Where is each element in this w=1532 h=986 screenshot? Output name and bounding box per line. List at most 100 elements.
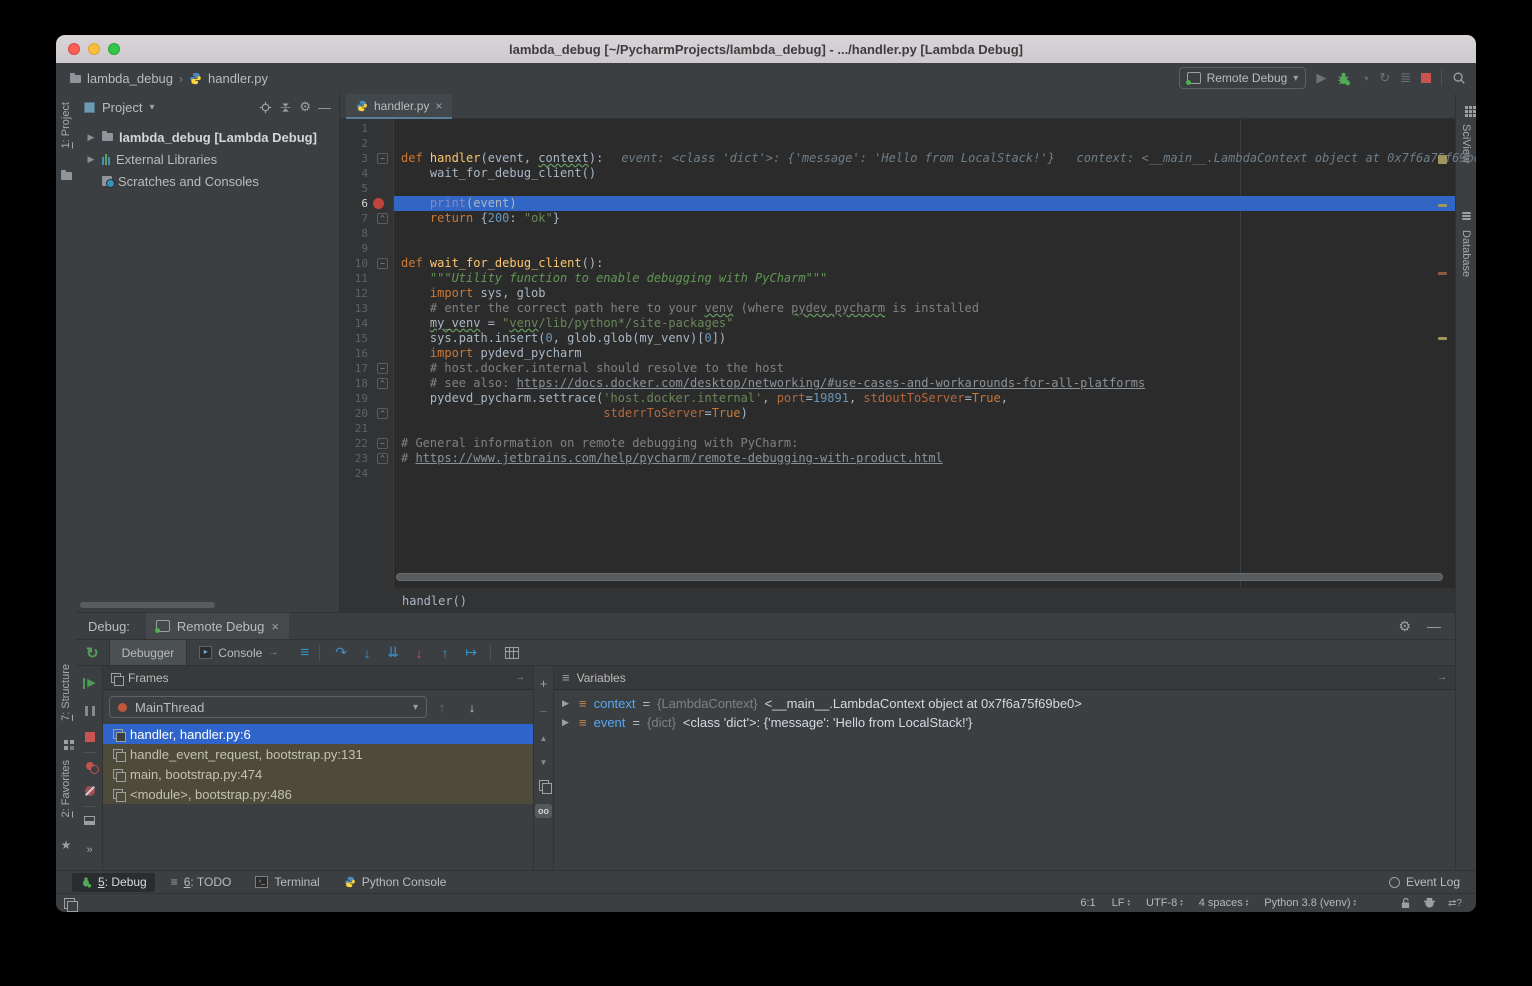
step-into-button[interactable]: ↓	[354, 645, 380, 661]
tree-item[interactable]: ▶External Libraries	[76, 148, 339, 170]
collapse-all-icon[interactable]	[279, 101, 292, 114]
toolwindow-button-terminal[interactable]: ›_Terminal	[247, 873, 327, 892]
code-text[interactable]: """Utility function to enable debugging …	[394, 271, 1455, 286]
gutter-line[interactable]: 12	[340, 286, 394, 301]
code-line-24[interactable]: 24	[340, 466, 1455, 481]
rerun-debug-icon[interactable]: ↻	[86, 644, 99, 662]
gutter-line[interactable]: 8	[340, 226, 394, 241]
chevron-down-icon[interactable]: ▾	[149, 102, 154, 113]
tab-handler-py[interactable]: handler.py ×	[346, 94, 452, 119]
gutter-line[interactable]: 15	[340, 331, 394, 346]
code-text[interactable]: sys.path.insert(0, glob.glob(my_venv)[0]…	[394, 331, 1455, 346]
sidebar-item-database[interactable]: Database	[1460, 230, 1472, 277]
duplicate-watch-button[interactable]	[539, 780, 549, 791]
line-number[interactable]: 5	[340, 181, 368, 196]
code-line-5[interactable]: 5	[340, 181, 1455, 196]
fold-open-icon[interactable]: −	[377, 153, 388, 164]
code-line-3[interactable]: 3−def handler(event, context):event: <cl…	[340, 151, 1455, 166]
code-line-1[interactable]: 1	[340, 121, 1455, 136]
view-as-table-button[interactable]	[505, 647, 519, 659]
gear-icon[interactable]: ⚙	[299, 99, 311, 115]
code-text[interactable]	[394, 226, 1455, 241]
line-number[interactable]: 1	[340, 121, 368, 136]
minimize-window-button[interactable]	[88, 43, 100, 55]
status-item-python-3-8-venv-[interactable]: Python 3.8 (venv)▴▾	[1264, 897, 1356, 909]
status-item-4-spaces[interactable]: 4 spaces▴▾	[1199, 897, 1249, 909]
run-config-dropdown[interactable]: Remote Debug ▾	[1179, 67, 1307, 89]
line-number[interactable]: 13	[340, 301, 368, 316]
fold-end-icon[interactable]: ^	[377, 453, 388, 464]
code-line-20[interactable]: 20^ stderrToServer=True)	[340, 406, 1455, 421]
line-number[interactable]: 2	[340, 136, 368, 151]
breadcrumb-file[interactable]: handler.py	[208, 71, 268, 86]
code-text[interactable]: pydevd_pycharm.settrace('host.docker.int…	[394, 391, 1455, 406]
locate-file-icon[interactable]	[259, 101, 272, 114]
gutter-line[interactable]: 19	[340, 391, 394, 406]
code-text[interactable]: stderrToServer=True)	[394, 406, 1455, 421]
line-number[interactable]: 21	[340, 421, 368, 436]
expand-icon[interactable]: ▶	[562, 717, 572, 728]
code-text[interactable]: wait_for_debug_client()	[394, 166, 1455, 181]
event-log-button[interactable]: Event Log	[1389, 875, 1460, 889]
run-to-cursor-button[interactable]: ↦	[458, 644, 484, 661]
line-number[interactable]: 23	[340, 451, 368, 466]
code-line-10[interactable]: 10−def wait_for_debug_client():	[340, 256, 1455, 271]
sync-status-icon[interactable]: ⇄?	[1448, 898, 1462, 909]
fold-open-icon[interactable]: −	[377, 438, 388, 449]
sidebar-item-structure[interactable]: 7: Structure	[60, 664, 72, 721]
debug-session-tab[interactable]: Remote Debug ×	[146, 613, 289, 639]
pin-panel-icon[interactable]: →	[515, 672, 525, 683]
frame-row[interactable]: main, bootstrap.py:474	[103, 764, 533, 784]
run-button[interactable]: ▶	[1316, 70, 1326, 86]
close-tab-icon[interactable]: ×	[435, 99, 442, 113]
concurrency-button[interactable]: ≣	[1400, 70, 1411, 86]
code-text[interactable]: # host.docker.internal should resolve to…	[394, 361, 1455, 376]
line-number[interactable]: 9	[340, 241, 368, 256]
gutter-line[interactable]: 14	[340, 316, 394, 331]
gutter-line[interactable]: 20^	[340, 406, 394, 421]
pause-button[interactable]	[85, 706, 95, 716]
hide-debug-panel-icon[interactable]: —	[1427, 618, 1441, 634]
method-breadcrumb[interactable]: handler()	[402, 594, 467, 608]
code-text[interactable]	[394, 421, 1455, 436]
restore-layout-button[interactable]	[84, 816, 95, 825]
fold-end-icon[interactable]: ^	[377, 213, 388, 224]
toolwindow-button-6-todo[interactable]: ≡6: TODO	[163, 873, 240, 892]
gutter-line[interactable]: 13	[340, 301, 394, 316]
variable-row[interactable]: ▶≡event={dict}<class 'dict'>: {'message'…	[554, 713, 1455, 732]
line-number[interactable]: 12	[340, 286, 368, 301]
view-breakpoints-button[interactable]	[86, 762, 94, 770]
expand-icon[interactable]: ▶	[86, 154, 96, 165]
stop-button[interactable]	[85, 732, 95, 742]
force-step-into-button[interactable]: ⇊	[380, 644, 406, 661]
variables-menu-icon[interactable]: ≡	[562, 670, 570, 685]
line-number[interactable]: 19	[340, 391, 368, 406]
gutter-line[interactable]: 24	[340, 466, 394, 481]
line-number[interactable]: 18	[340, 376, 368, 391]
code-line-23[interactable]: 23^# https://www.jetbrains.com/help/pych…	[340, 451, 1455, 466]
code-text[interactable]	[394, 121, 1455, 136]
code-line-18[interactable]: 18^ # see also: https://docs.docker.com/…	[340, 376, 1455, 391]
variable-row[interactable]: ▶≡context={LambdaContext}<__main__.Lambd…	[554, 694, 1455, 713]
status-item-lf[interactable]: LF▴▾	[1112, 897, 1130, 909]
frame-row[interactable]: handler, handler.py:6	[103, 724, 533, 744]
line-number[interactable]: 6	[340, 196, 368, 211]
fold-end-icon[interactable]: ^	[377, 378, 388, 389]
tree-item[interactable]: ▶lambda_debug [Lambda Debug]	[76, 126, 339, 148]
gutter-line[interactable]: 6	[340, 196, 394, 211]
code-text[interactable]: def wait_for_debug_client():	[394, 256, 1455, 271]
move-down-button[interactable]: ▼	[540, 758, 548, 767]
pin-tab-icon[interactable]: →	[268, 647, 278, 658]
debug-bug-button[interactable]	[1336, 71, 1351, 86]
code-text[interactable]: import sys, glob	[394, 286, 1455, 301]
hector-inspector-icon[interactable]	[1423, 897, 1436, 909]
code-text[interactable]	[394, 136, 1455, 151]
code-line-6[interactable]: 6 print(event)	[340, 196, 1455, 211]
code-text[interactable]: def handler(event, context):event: <clas…	[394, 151, 1476, 166]
status-item-utf-8[interactable]: UTF-8▴▾	[1146, 897, 1183, 909]
move-up-button[interactable]: ▲	[540, 734, 548, 743]
code-text[interactable]: print(event)	[394, 196, 1455, 211]
frame-row[interactable]: <module>, bootstrap.py:486	[103, 784, 533, 804]
code-text[interactable]	[394, 181, 1455, 196]
code-line-13[interactable]: 13 # enter the correct path here to your…	[340, 301, 1455, 316]
